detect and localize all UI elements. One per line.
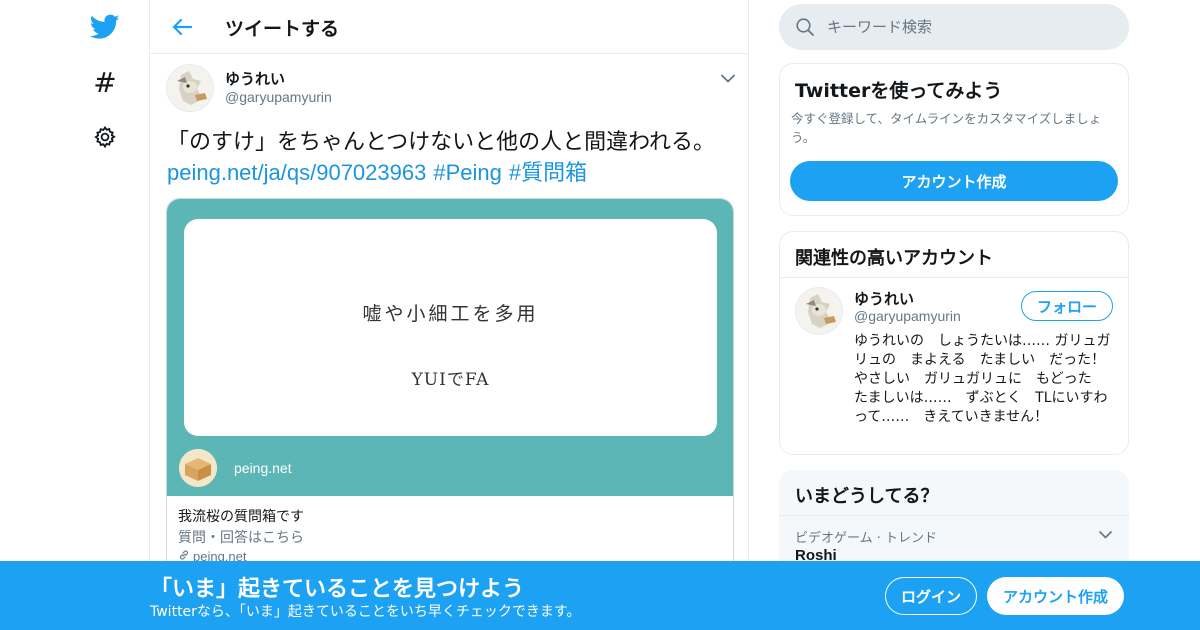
- search-icon: [795, 17, 815, 37]
- related-accounts-panel: 関連性の高いアカウント ゆうれい @garyupamyurin フォロー ゆうれ…: [779, 231, 1129, 455]
- divider: [779, 515, 1129, 516]
- signup-banner: 「いま」起きていることを見つけよう Twitterなら、「いま」起きていることを…: [0, 561, 1200, 630]
- related-account-bio: ゆうれいの しょうたいは…… ガリュガリュの まよえる たましい だった！ やさ…: [854, 333, 1111, 425]
- left-nav: #: [0, 0, 150, 630]
- related-account-name[interactable]: ゆうれい: [854, 288, 914, 309]
- login-button[interactable]: ログイン: [885, 577, 977, 615]
- signup-panel: Twitterを使ってみよう 今すぐ登録して、タイムラインをカスタマイズしましょ…: [779, 63, 1129, 216]
- hashtag-link[interactable]: #質問箱: [509, 160, 587, 185]
- card-image-domain: peing.net: [234, 460, 292, 476]
- card-question-line1: 嘘や小細工を多用: [362, 303, 539, 325]
- card-question-line2: YUIでFA: [411, 370, 490, 390]
- chevron-down-icon[interactable]: [1095, 525, 1115, 545]
- tweet-link[interactable]: peing.net/ja/qs/907023963: [167, 160, 426, 185]
- card-title: 我流桜の質問箱です: [178, 509, 304, 525]
- trend-meta: ビデオゲーム · トレンド: [795, 531, 938, 546]
- hashtag-icon[interactable]: #: [86, 63, 124, 101]
- tweet-body: 「のすけ」をちゃんとつけないと他の人と間違われる。: [167, 130, 716, 155]
- gear-icon[interactable]: [86, 118, 124, 156]
- signup-panel-title: Twitterを使ってみよう: [795, 80, 1003, 102]
- trends-panel-title: いまどうしてる？: [795, 486, 939, 507]
- card-description: 質問・回答はこちら: [178, 530, 304, 546]
- related-account-handle[interactable]: @garyupamyurin: [854, 308, 961, 324]
- signup-panel-description: 今すぐ登録して、タイムラインをカスタマイズしましょう。: [791, 111, 1102, 145]
- tweet-author-handle[interactable]: @garyupamyurin: [225, 89, 332, 105]
- back-arrow-icon[interactable]: [166, 11, 198, 43]
- hashtag-link[interactable]: #Peing: [433, 160, 502, 185]
- tweet-avatar[interactable]: [166, 64, 214, 112]
- avatar[interactable]: [795, 287, 843, 335]
- tweet-author-name[interactable]: ゆうれい: [225, 68, 285, 89]
- search-box[interactable]: [779, 4, 1129, 50]
- link-card[interactable]: 嘘や小細工を多用 YUIでFA peing.net 我流桜の質問箱です 質問・回…: [166, 198, 734, 578]
- avatar[interactable]: [166, 64, 214, 112]
- box-logo-icon: [179, 449, 217, 487]
- page-title: ツイートする: [225, 18, 340, 40]
- search-input[interactable]: [827, 4, 1117, 50]
- tweet-text: 「のすけ」をちゃんとつけないと他の人と間違われる。 peing.net/ja/q…: [167, 128, 737, 189]
- follow-button[interactable]: フォロー: [1021, 291, 1113, 321]
- chevron-down-icon[interactable]: [716, 66, 740, 90]
- card-image[interactable]: 嘘や小細工を多用 YUIでFA peing.net: [167, 199, 733, 496]
- banner-create-account-button[interactable]: アカウント作成: [987, 577, 1124, 615]
- card-question-panel: 嘘や小細工を多用 YUIでFA: [184, 219, 717, 436]
- twitter-bird-icon[interactable]: [86, 8, 124, 46]
- page-header: ツイートする: [150, 0, 748, 54]
- create-account-button[interactable]: アカウント作成: [790, 161, 1118, 201]
- divider: [780, 277, 1128, 278]
- banner-title: 「いま」起きていることを見つけよう: [150, 577, 525, 602]
- main-column: ツイートする ゆうれい @garyupamyurin 「のすけ」をちゃんとつけな…: [149, 0, 749, 630]
- banner-subtitle: Twitterなら、「いま」起きていることをいち早くチェックできます。: [150, 604, 581, 620]
- related-panel-title: 関連性の高いアカウント: [795, 248, 993, 269]
